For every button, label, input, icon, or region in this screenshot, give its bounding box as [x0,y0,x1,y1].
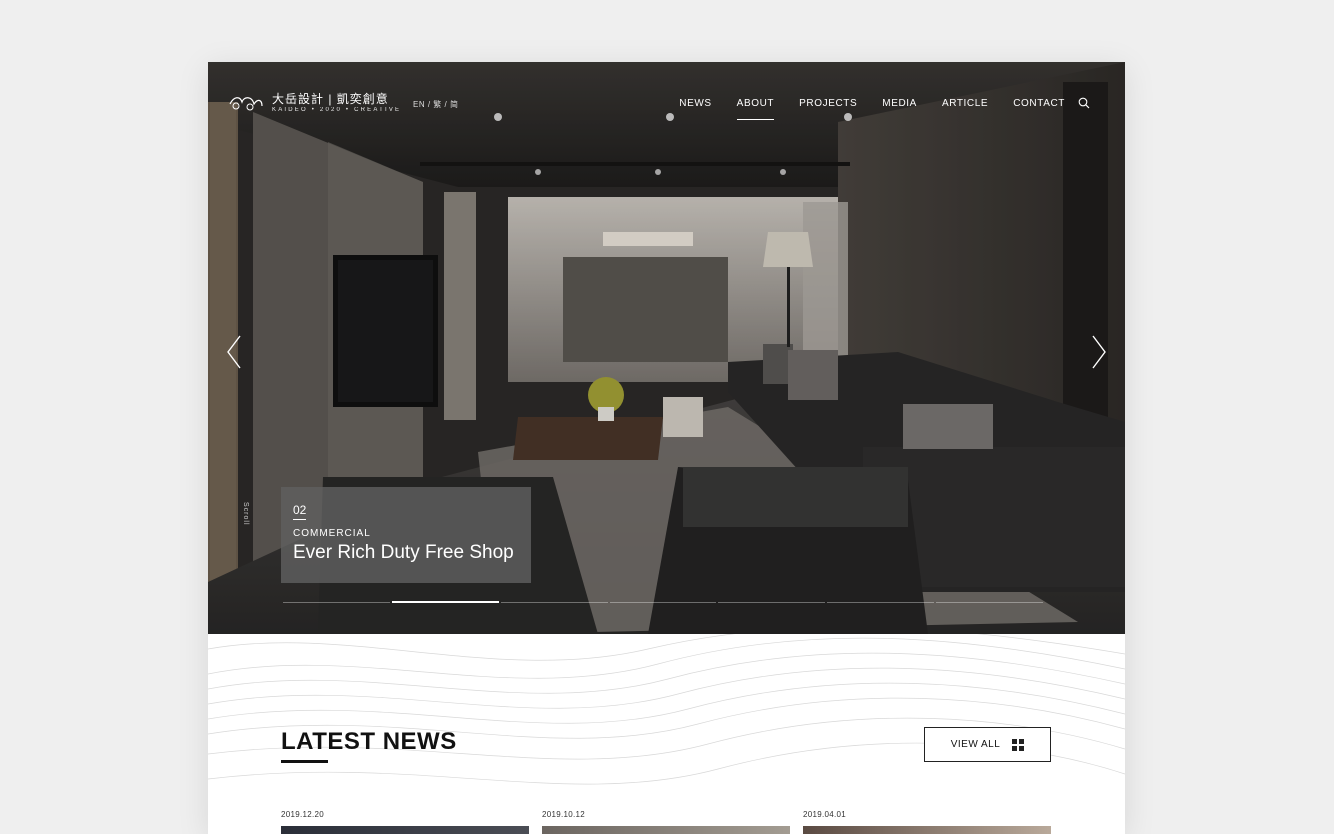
logo-title: 大岳設計 | 凱奕創意 [272,92,389,106]
nav-news[interactable]: NEWS [679,98,711,109]
progress-segment[interactable] [718,602,826,603]
progress-segment[interactable] [609,602,717,603]
main-nav: NEWS ABOUT PROJECTS MEDIA ARTICLE CONTAC… [679,98,1065,120]
logo[interactable]: 大岳設計 | 凱奕創意 KAIDEO • 2020 • CREATIVE [228,92,401,114]
nav-media[interactable]: MEDIA [882,98,917,109]
logo-mark-icon [229,97,263,111]
chevron-left-icon[interactable] [222,332,246,372]
nav-article[interactable]: ARTICLE [942,98,988,109]
progress-segment[interactable] [936,602,1044,603]
news-date: 2019.12.20 [281,810,325,819]
slide-title: Ever Rich Duty Free Shop [293,542,514,563]
nav-projects[interactable]: PROJECTS [799,98,857,109]
news-card[interactable]: 2019.10.12 [542,810,790,834]
slide-number: 02 [293,503,307,520]
nav-contact[interactable]: CONTACT [1013,98,1065,109]
news-thumbnail [542,826,790,834]
news-thumbnail [281,826,529,834]
news-date: 2019.04.01 [803,810,847,819]
language-switcher[interactable]: EN / 繁 / 简 [413,99,458,110]
heading-underline [281,760,328,763]
view-all-button[interactable]: VIEW ALL [924,727,1051,762]
page: 大岳設計 | 凱奕創意 KAIDEO • 2020 • CREATIVE EN … [208,62,1125,834]
slide-caption[interactable]: 02 COMMERCIAL Ever Rich Duty Free Shop [281,487,531,583]
news-list: 2019.12.20 2019.10.12 2019.04.01 [281,810,1051,834]
slide-progress [283,601,1044,603]
progress-segment[interactable] [283,602,390,603]
view-all-label: VIEW ALL [950,739,1001,750]
progress-segment[interactable] [827,602,935,603]
logo-subtitle: KAIDEO • 2020 • CREATIVE [272,107,402,113]
news-thumbnail [803,826,1051,834]
progress-segment[interactable] [500,602,608,603]
hero-slider: 大岳設計 | 凱奕創意 KAIDEO • 2020 • CREATIVE EN … [208,62,1125,634]
nav-about[interactable]: ABOUT [736,98,775,120]
news-card[interactable]: 2019.12.20 [281,810,529,834]
slide-category: COMMERCIAL [293,528,371,539]
latest-news-section: LATEST NEWS VIEW ALL 2019.12.20 2019.10.… [208,634,1125,834]
news-heading: LATEST NEWS [281,728,457,755]
news-card[interactable]: 2019.04.01 [803,810,1051,834]
grid-icon [1012,738,1025,751]
chevron-right-icon[interactable] [1087,332,1111,372]
search-icon[interactable] [1078,97,1090,109]
news-date: 2019.10.12 [542,810,586,819]
scroll-indicator: Scroll [242,502,249,526]
progress-segment[interactable] [391,601,499,603]
